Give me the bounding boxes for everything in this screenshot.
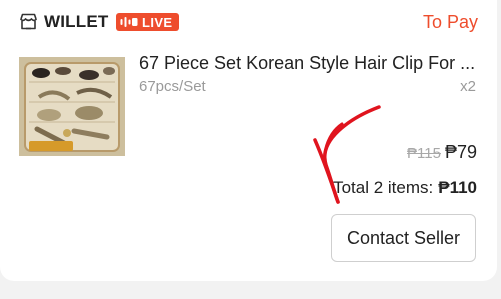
shop-name[interactable]: WILLET bbox=[44, 12, 108, 32]
current-price: ₱79 bbox=[444, 142, 477, 162]
live-label: LIVE bbox=[142, 14, 173, 30]
order-card[interactable]: WILLET LIVE To Pay 67 Piece Set Korean S… bbox=[0, 0, 497, 281]
order-total: Total 2 items: ₱110 bbox=[333, 178, 477, 198]
contact-seller-label: Contact Seller bbox=[346, 227, 461, 248]
price-row: ₱115 ₱79 bbox=[407, 142, 477, 163]
shop-icon bbox=[19, 13, 38, 30]
live-badge: LIVE bbox=[116, 13, 179, 31]
contact-seller-button[interactable]: Contact Seller bbox=[331, 214, 476, 262]
product-quantity: x2 bbox=[460, 78, 476, 95]
total-label: Total 2 items: bbox=[333, 178, 434, 197]
product-thumbnail[interactable] bbox=[19, 57, 125, 156]
original-price: ₱115 bbox=[407, 145, 441, 162]
live-stream-icon bbox=[120, 17, 138, 27]
product-variant: 67pcs/Set bbox=[139, 78, 206, 95]
order-status: To Pay bbox=[422, 12, 478, 32]
product-title[interactable]: 67 Piece Set Korean Style Hair Clip For … bbox=[139, 53, 479, 74]
total-amount: ₱110 bbox=[438, 178, 477, 197]
